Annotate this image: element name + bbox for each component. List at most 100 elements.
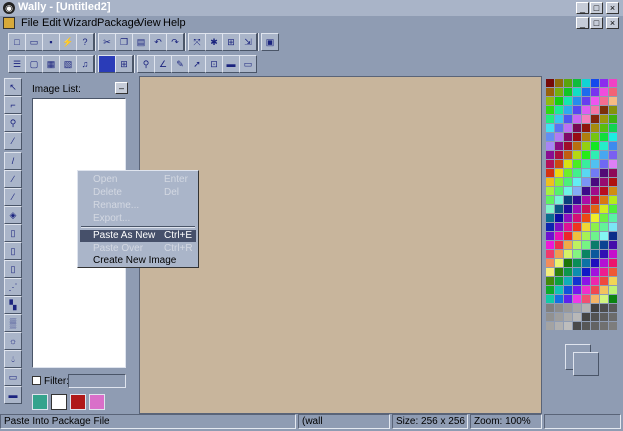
palette-swatch[interactable] (555, 160, 563, 168)
palette-swatch[interactable] (564, 97, 572, 105)
palette-swatch[interactable] (546, 205, 554, 213)
palette-swatch[interactable] (582, 97, 590, 105)
palette-swatch[interactable] (564, 142, 572, 150)
palette-swatch[interactable] (564, 169, 572, 177)
palette-swatch[interactable] (591, 196, 599, 204)
palette-swatch[interactable] (609, 241, 617, 249)
palette-swatch[interactable] (573, 286, 581, 294)
palette-swatch[interactable] (591, 259, 599, 267)
palette-swatch[interactable] (609, 178, 617, 186)
open-folder-icon[interactable]: ▭ (25, 33, 43, 51)
palette-swatch[interactable] (591, 124, 599, 132)
palette-swatch[interactable] (609, 106, 617, 114)
palette-swatch[interactable] (582, 304, 590, 312)
rect-tool-icon[interactable]: ▭ (4, 368, 22, 386)
palette-swatch[interactable] (564, 79, 572, 87)
view-window-icon[interactable]: ▢ (25, 55, 43, 73)
ctx-rename[interactable]: Rename... (80, 200, 196, 212)
palette-swatch[interactable] (555, 277, 563, 285)
palette-swatch[interactable] (546, 223, 554, 231)
palette-swatch[interactable] (582, 223, 590, 231)
palette-swatch[interactable] (582, 313, 590, 321)
palette-swatch[interactable] (555, 142, 563, 150)
palette-swatch[interactable] (609, 268, 617, 276)
view-palette-icon[interactable] (89, 394, 105, 410)
spray-tool-icon[interactable]: ▯ (4, 224, 22, 242)
palette-swatch[interactable] (600, 88, 608, 96)
palette-swatch[interactable] (573, 124, 581, 132)
save-icon[interactable]: ▪ (42, 33, 60, 51)
palette-swatch[interactable] (564, 187, 572, 195)
palette-swatch[interactable] (555, 259, 563, 267)
grid-icon[interactable]: ▦ (42, 55, 60, 73)
palette-swatch[interactable] (591, 232, 599, 240)
palette-swatch[interactable] (600, 106, 608, 114)
palette-swatch[interactable] (609, 214, 617, 222)
fill-tool-icon[interactable]: ◈ (4, 206, 22, 224)
palette-swatch[interactable] (573, 115, 581, 123)
palette-swatch[interactable] (591, 304, 599, 312)
palette-swatch[interactable] (609, 160, 617, 168)
palette-swatch[interactable] (600, 151, 608, 159)
palette-swatch[interactable] (600, 205, 608, 213)
maximize-button[interactable]: □ (590, 2, 603, 14)
palette-swatch[interactable] (573, 214, 581, 222)
palette-swatch[interactable] (564, 205, 572, 213)
palette-swatch[interactable] (591, 115, 599, 123)
palette-swatch[interactable] (546, 241, 554, 249)
image-list-close-button[interactable]: – (115, 82, 128, 94)
palette-swatch[interactable] (555, 115, 563, 123)
palette-swatch[interactable] (546, 133, 554, 141)
palette-swatch[interactable] (600, 277, 608, 285)
palette-swatch[interactable] (573, 88, 581, 96)
pen-icon[interactable]: ✎ (171, 55, 189, 73)
layer-icon[interactable]: ▬ (222, 55, 240, 73)
blur-tool-icon[interactable]: ☼ (4, 332, 22, 350)
palette-swatch[interactable] (609, 151, 617, 159)
palette-swatch[interactable] (555, 295, 563, 303)
music-icon[interactable]: ♫ (76, 55, 94, 73)
palette-swatch[interactable] (555, 322, 563, 330)
palette-swatch[interactable] (600, 322, 608, 330)
tile-grid-icon[interactable]: ⊞ (115, 55, 133, 73)
palette-swatch[interactable] (573, 268, 581, 276)
palette-swatch[interactable] (546, 79, 554, 87)
drop-tool-icon[interactable]: 💧︎ (4, 350, 22, 368)
palette-swatch[interactable] (600, 133, 608, 141)
palette-swatch[interactable] (582, 268, 590, 276)
palette-swatch[interactable] (591, 214, 599, 222)
palette-swatch[interactable] (564, 160, 572, 168)
dither-tool-icon[interactable]: ▚ (4, 296, 22, 314)
palette-swatch[interactable] (582, 79, 590, 87)
image-list-toggle-icon[interactable]: ☰ (8, 55, 26, 73)
line-tool-icon[interactable]: ∕ (4, 170, 22, 188)
palette-swatch[interactable] (573, 322, 581, 330)
palette-swatch[interactable] (573, 160, 581, 168)
palette-swatch[interactable] (609, 205, 617, 213)
smudge-tool-icon[interactable]: ▯ (4, 260, 22, 278)
palette-swatch[interactable] (564, 196, 572, 204)
palette-swatch[interactable] (546, 115, 554, 123)
palette-swatch[interactable] (546, 322, 554, 330)
palette-swatch[interactable] (600, 169, 608, 177)
palette-swatch[interactable] (582, 241, 590, 249)
palette-swatch[interactable] (582, 232, 590, 240)
ctx-paste-over[interactable]: Paste Over Ctrl+R (80, 243, 196, 255)
palette-swatch[interactable] (573, 106, 581, 114)
palette-swatch[interactable] (546, 142, 554, 150)
effects-icon[interactable]: ✱ (205, 33, 223, 51)
palette-swatch[interactable] (573, 142, 581, 150)
brush-tool-icon[interactable]: ⁄ (4, 188, 22, 206)
palette-swatch[interactable] (609, 223, 617, 231)
palette-swatch[interactable] (600, 160, 608, 168)
palette-swatch[interactable] (564, 241, 572, 249)
palette-swatch[interactable] (582, 286, 590, 294)
palette-swatch[interactable] (555, 187, 563, 195)
palette-swatch[interactable] (573, 133, 581, 141)
palette-swatch[interactable] (609, 97, 617, 105)
palette-swatch[interactable] (609, 295, 617, 303)
palette-swatch[interactable] (564, 88, 572, 96)
palette-swatch[interactable] (600, 142, 608, 150)
palette-swatch[interactable] (546, 169, 554, 177)
palette-swatch[interactable] (546, 124, 554, 132)
